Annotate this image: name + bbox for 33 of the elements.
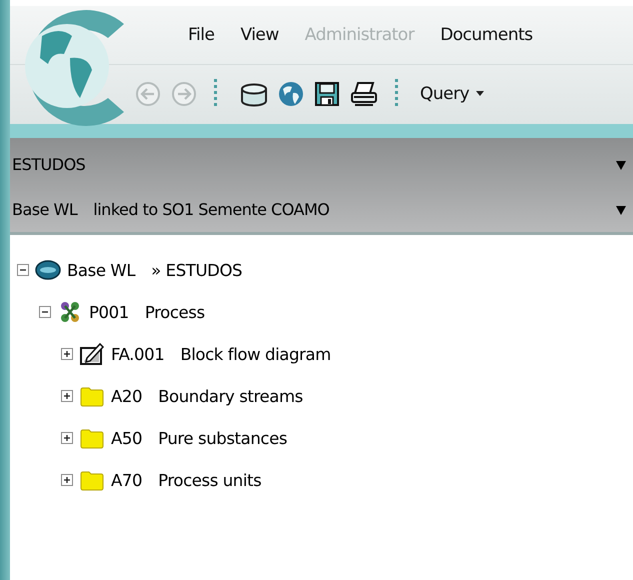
- dropdown-arrow-icon[interactable]: [615, 204, 627, 216]
- pencil-sheet-icon: [79, 342, 105, 366]
- node-label[interactable]: Process units: [158, 470, 262, 490]
- selector-text[interactable]: Base WL: [12, 200, 78, 219]
- query-dropdown[interactable]: Query: [420, 84, 486, 104]
- node-code[interactable]: A20: [111, 386, 142, 406]
- menu-item[interactable]: View: [240, 25, 279, 45]
- node-code[interactable]: A70: [111, 470, 142, 490]
- disc-icon: [35, 258, 61, 282]
- selector-text[interactable]: linked to SO1 Semente COAMO: [93, 200, 330, 219]
- node-code[interactable]: A50: [111, 428, 142, 448]
- selector-text[interactable]: ESTUDOS: [12, 155, 86, 174]
- node-code[interactable]: P001: [89, 302, 129, 322]
- node-code[interactable]: Base WL: [67, 260, 136, 280]
- node-label[interactable]: Block flow diagram: [180, 344, 331, 364]
- expand-toggle[interactable]: [61, 432, 73, 444]
- node-label[interactable]: Boundary streams: [158, 386, 303, 406]
- node-label[interactable]: Pure substances: [158, 428, 288, 448]
- expand-toggle[interactable]: [61, 474, 73, 486]
- node-label[interactable]: » ESTUDOS: [151, 260, 242, 280]
- node-label[interactable]: Process: [144, 302, 205, 322]
- printer-icon[interactable]: [349, 80, 379, 108]
- dropdown-arrow-icon[interactable]: [615, 158, 627, 170]
- expand-toggle[interactable]: [61, 390, 73, 402]
- menu-item[interactable]: File: [188, 25, 214, 45]
- save-icon[interactable]: [313, 80, 341, 108]
- menu-item[interactable]: Documents: [440, 25, 533, 45]
- node-code[interactable]: FA.001: [111, 344, 164, 364]
- collapse-toggle[interactable]: [17, 264, 29, 276]
- globe-icon[interactable]: [277, 80, 305, 108]
- expand-toggle[interactable]: [61, 348, 73, 360]
- collapse-toggle[interactable]: [39, 306, 51, 318]
- caret-icon: [475, 91, 486, 97]
